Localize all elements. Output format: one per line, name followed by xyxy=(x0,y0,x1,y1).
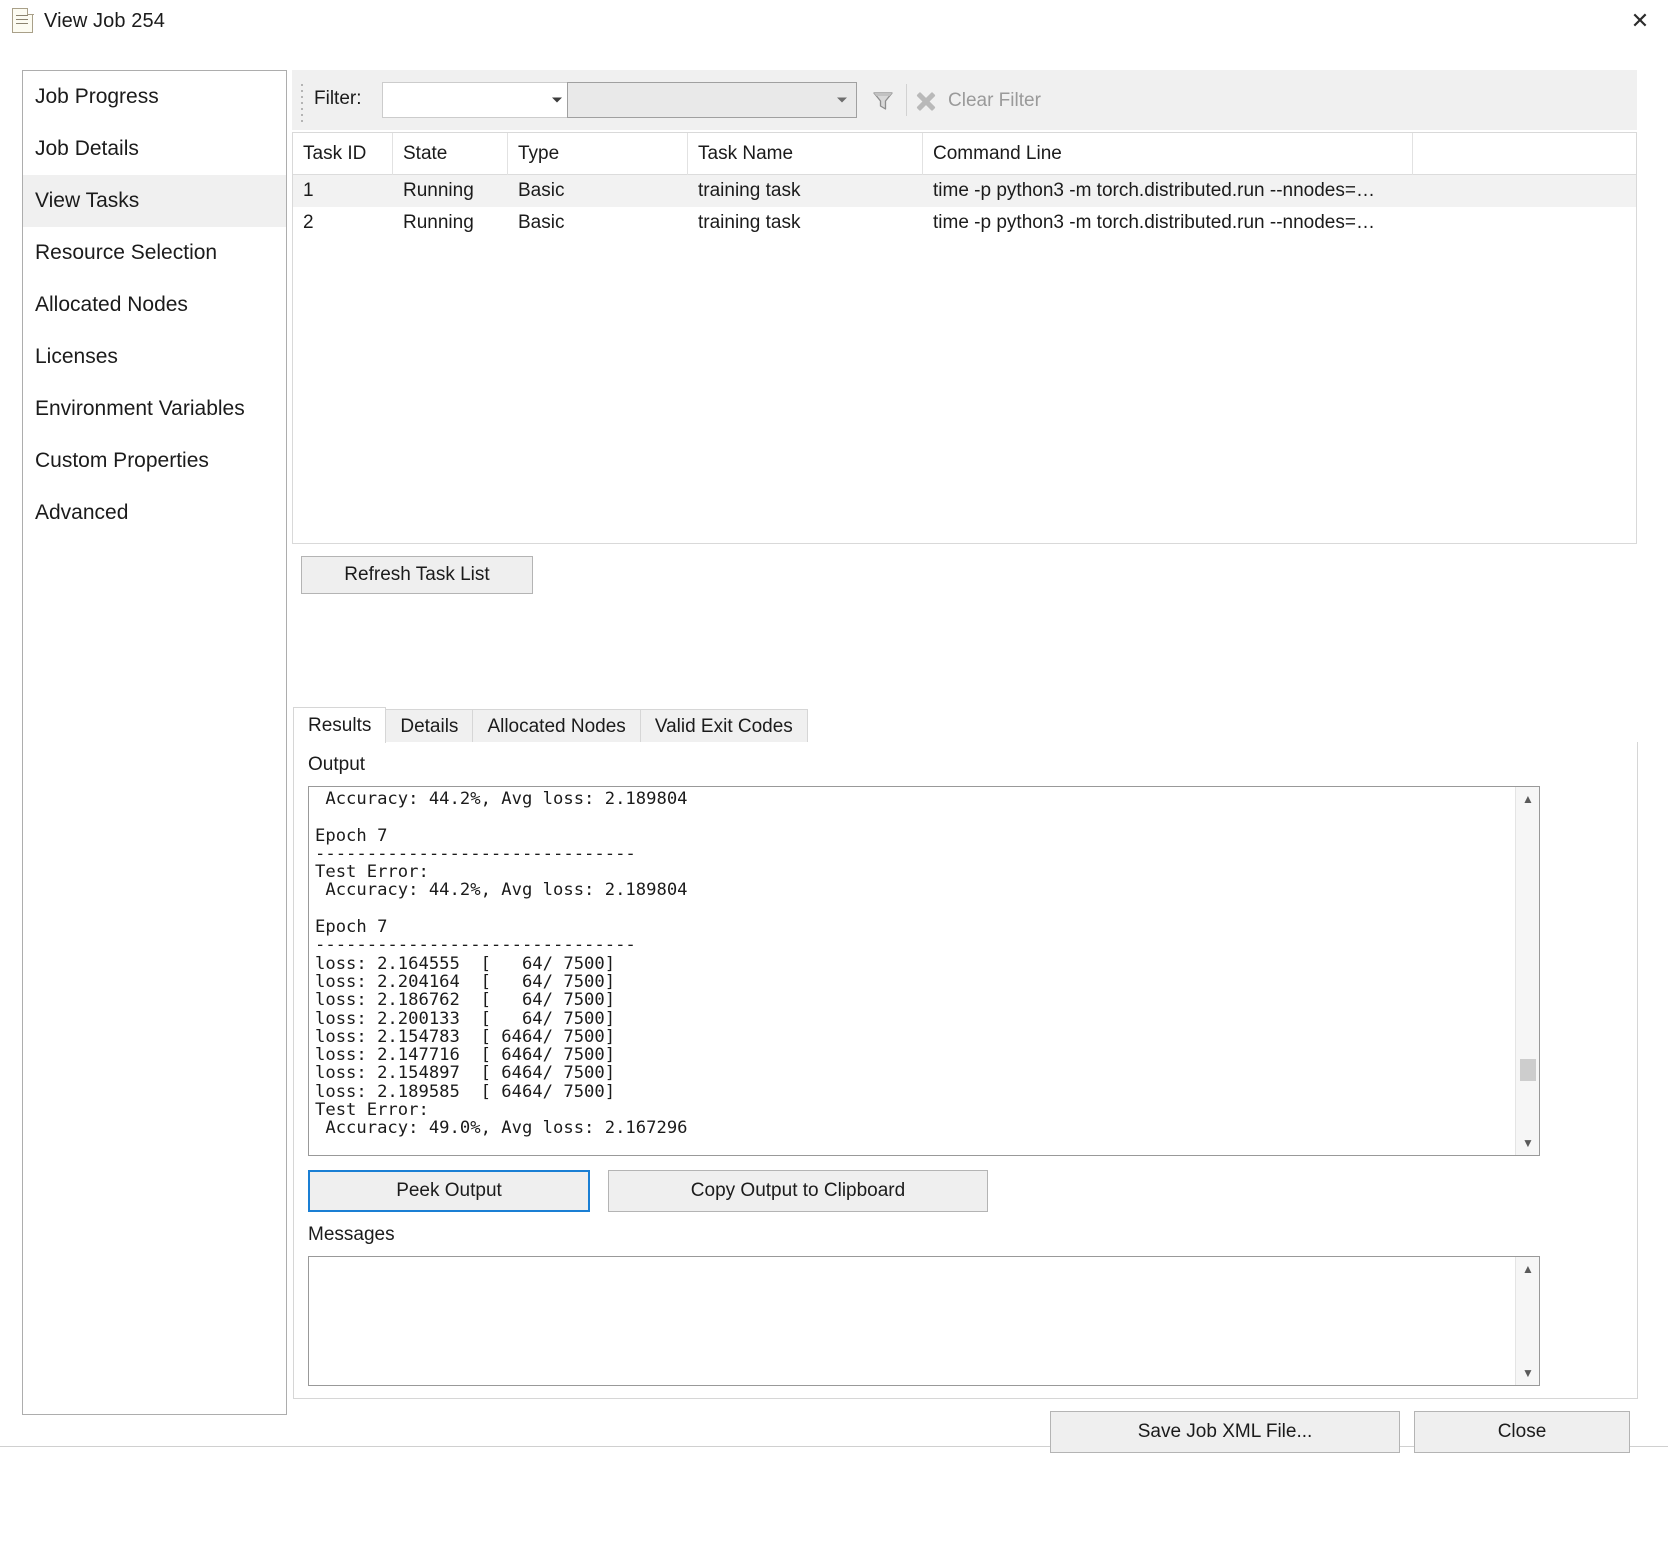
toolbar-separator xyxy=(906,84,907,116)
sidebar-item-label: Resource Selection xyxy=(35,241,217,265)
sidebar-item-environment-variables[interactable]: Environment Variables xyxy=(23,383,286,435)
tab-valid-exit-codes[interactable]: Valid Exit Codes xyxy=(640,709,808,743)
output-textarea[interactable]: Accuracy: 44.2%, Avg loss: 2.189804 Epoc… xyxy=(308,786,1540,1156)
table-row[interactable]: 2 Running Basic training task time -p py… xyxy=(293,207,1636,239)
messages-textarea[interactable]: ▲ ▼ xyxy=(308,1256,1540,1386)
chevron-down-icon xyxy=(837,98,847,103)
sidebar-item-view-tasks[interactable]: View Tasks xyxy=(23,175,286,227)
column-header-type[interactable]: Type xyxy=(508,133,688,175)
sidebar-nav: Job Progress Job Details View Tasks Reso… xyxy=(22,70,287,1415)
tab-details[interactable]: Details xyxy=(385,709,473,743)
cell-state: Running xyxy=(393,212,508,234)
tab-label: Valid Exit Codes xyxy=(655,716,793,738)
refresh-task-list-button[interactable]: Refresh Task List xyxy=(301,556,533,594)
sidebar-item-label: Allocated Nodes xyxy=(35,293,188,317)
tab-allocated-nodes[interactable]: Allocated Nodes xyxy=(472,709,640,743)
messages-scrollbar[interactable]: ▲ ▼ xyxy=(1515,1257,1539,1385)
sidebar-item-label: View Tasks xyxy=(35,189,139,213)
sidebar-item-label: Job Progress xyxy=(35,85,159,109)
column-header-command-line[interactable]: Command Line xyxy=(923,133,1413,175)
sidebar-item-advanced[interactable]: Advanced xyxy=(23,487,286,539)
clear-filter-button[interactable]: Clear Filter xyxy=(914,84,1041,118)
sidebar-item-job-details[interactable]: Job Details xyxy=(23,123,286,175)
cell-state: Running xyxy=(393,180,508,202)
cell-type: Basic xyxy=(508,180,688,202)
table-row[interactable]: 1 Running Basic training task time -p py… xyxy=(293,175,1636,207)
cell-type: Basic xyxy=(508,212,688,234)
column-header-state[interactable]: State xyxy=(393,133,508,175)
document-icon xyxy=(12,8,34,34)
filter-field-combobox[interactable] xyxy=(382,82,572,118)
cell-task-id: 2 xyxy=(293,212,393,234)
copy-output-to-clipboard-button[interactable]: Copy Output to Clipboard xyxy=(608,1170,988,1212)
sidebar-item-label: Environment Variables xyxy=(35,397,245,421)
sidebar-item-custom-properties[interactable]: Custom Properties xyxy=(23,435,286,487)
close-icon xyxy=(914,89,938,113)
output-scrollbar[interactable]: ▲ ▼ xyxy=(1515,787,1539,1155)
output-text: Accuracy: 44.2%, Avg loss: 2.189804 Epoc… xyxy=(315,790,1513,1138)
toolbar-drag-handle[interactable] xyxy=(301,84,304,118)
cell-task-name: training task xyxy=(688,212,923,234)
sidebar-item-label: Job Details xyxy=(35,137,139,161)
results-tab-strip: Results Details Allocated Nodes Valid Ex… xyxy=(293,707,1638,743)
sidebar-item-label: Licenses xyxy=(35,345,118,369)
funnel-icon[interactable] xyxy=(870,88,896,114)
filter-toolbar: Filter: Clear Filter xyxy=(292,70,1637,130)
column-header-task-name[interactable]: Task Name xyxy=(688,133,923,175)
scroll-up-icon[interactable]: ▲ xyxy=(1516,1257,1540,1281)
scrollbar-thumb[interactable] xyxy=(1520,1059,1536,1081)
sidebar-item-licenses[interactable]: Licenses xyxy=(23,331,286,383)
cell-task-name: training task xyxy=(688,180,923,202)
task-list-grid[interactable]: Task ID State Type Task Name Command Lin… xyxy=(292,132,1637,544)
tab-label: Allocated Nodes xyxy=(487,716,625,738)
column-header-task-id[interactable]: Task ID xyxy=(293,133,393,175)
window-title-bar: View Job 254 ✕ xyxy=(0,0,1668,42)
sidebar-item-label: Custom Properties xyxy=(35,449,209,473)
results-panel: Output Accuracy: 44.2%, Avg loss: 2.1898… xyxy=(293,742,1638,1399)
filter-value-combobox[interactable] xyxy=(567,82,857,118)
sidebar-item-job-progress[interactable]: Job Progress xyxy=(23,71,286,123)
messages-label: Messages xyxy=(308,1224,395,1246)
scroll-down-icon[interactable]: ▼ xyxy=(1516,1131,1540,1155)
tab-results[interactable]: Results xyxy=(293,707,386,743)
sidebar-item-resource-selection[interactable]: Resource Selection xyxy=(23,227,286,279)
chevron-down-icon xyxy=(552,98,562,103)
cell-command-line: time -p python3 -m torch.distributed.run… xyxy=(923,212,1413,234)
close-icon[interactable]: ✕ xyxy=(1612,0,1668,42)
sidebar-item-allocated-nodes[interactable]: Allocated Nodes xyxy=(23,279,286,331)
tab-label: Details xyxy=(400,716,458,738)
cell-command-line: time -p python3 -m torch.distributed.run… xyxy=(923,180,1413,202)
clear-filter-label: Clear Filter xyxy=(948,90,1041,112)
task-grid-header: Task ID State Type Task Name Command Lin… xyxy=(293,133,1636,175)
window-title: View Job 254 xyxy=(44,10,165,33)
scroll-down-icon[interactable]: ▼ xyxy=(1516,1361,1540,1385)
sidebar-item-label: Advanced xyxy=(35,501,128,525)
tab-label: Results xyxy=(308,715,371,737)
output-label: Output xyxy=(308,754,365,776)
scroll-up-icon[interactable]: ▲ xyxy=(1516,787,1540,811)
close-button[interactable]: Close xyxy=(1414,1411,1630,1453)
filter-label: Filter: xyxy=(314,88,362,110)
cell-task-id: 1 xyxy=(293,180,393,202)
save-job-xml-file-button[interactable]: Save Job XML File... xyxy=(1050,1411,1400,1453)
peek-output-button[interactable]: Peek Output xyxy=(308,1170,590,1212)
dialog-content: Job Progress Job Details View Tasks Reso… xyxy=(0,42,1668,1557)
